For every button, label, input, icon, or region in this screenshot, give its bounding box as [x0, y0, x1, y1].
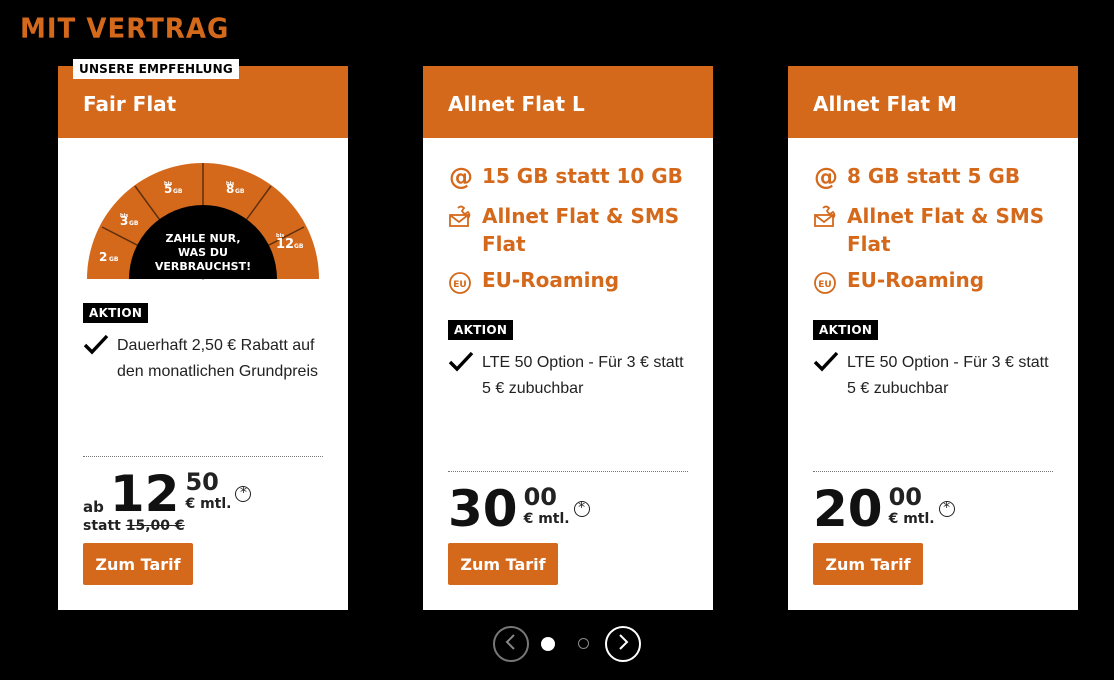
price-block: ab 12 50 € mtl. *: [83, 465, 252, 523]
price-footnote-mark: *: [235, 486, 252, 502]
tariff-title: Allnet Flat M: [788, 66, 1078, 138]
svg-text:GB: GB: [173, 188, 183, 195]
aktion-text: LTE 50 Option - Für 3 € statt 5 € zubuch…: [847, 354, 1049, 397]
recommendation-badge: UNSERE EMPFEHLUNG: [73, 59, 239, 79]
usage-meter: ZAHLE NUR, WAS DU VERBRAUCHST! 2 GB bis …: [87, 163, 319, 280]
carousel-next-button[interactable]: [605, 626, 641, 662]
carousel-prev-button[interactable]: [493, 626, 529, 662]
check-icon: [83, 333, 117, 385]
svg-text:GB: GB: [129, 220, 139, 227]
svg-text:EU: EU: [818, 280, 831, 290]
aktion-badge: AKTION: [813, 320, 879, 340]
feature-eu-roaming: EU EU-Roaming: [813, 266, 1053, 298]
tariff-card-fair-flat: UNSERE EMPFEHLUNG Fair Flat ZAHLE NUR, W…: [58, 59, 348, 610]
price-euros: 20: [813, 480, 883, 538]
price-unit: € mtl.: [888, 511, 935, 527]
svg-text:GB: GB: [109, 256, 119, 263]
zum-tarif-button[interactable]: Zum Tarif: [448, 543, 558, 585]
feature-allnet-sms: Allnet Flat & SMS Flat: [448, 202, 688, 258]
price-divider: [813, 471, 1053, 472]
aktion-text: LTE 50 Option - Für 3 € statt 5 € zubuch…: [482, 354, 684, 397]
eu-icon: EU: [813, 266, 847, 298]
svg-text:3: 3: [120, 214, 128, 228]
price-cents: 00: [888, 483, 922, 511]
price-unit: € mtl.: [185, 496, 232, 512]
feature-allnet-sms: Allnet Flat & SMS Flat: [813, 202, 1053, 258]
feature-data-volume: @ 15 GB statt 10 GB: [448, 162, 688, 194]
eu-icon: EU: [448, 266, 482, 298]
svg-text:@: @: [449, 164, 473, 190]
price-footnote-mark: *: [938, 501, 955, 517]
old-price: statt 15,00 €: [83, 518, 185, 534]
svg-text:2: 2: [99, 250, 107, 264]
phone-sms-icon: [813, 202, 847, 234]
tariff-card-allnet-flat-l: Allnet Flat L @ 15 GB statt 10 GB Allnet…: [423, 66, 713, 610]
phone-sms-icon: [448, 202, 482, 234]
check-icon: [813, 350, 847, 402]
price-euros: 30: [448, 480, 518, 538]
meter-center-line-2: WAS DU: [178, 246, 228, 259]
svg-text:12: 12: [276, 237, 294, 252]
tariff-title: Allnet Flat L: [423, 66, 713, 138]
chevron-right-icon: [616, 633, 630, 655]
price-divider: [448, 471, 688, 472]
carousel-dot-2[interactable]: [578, 638, 589, 649]
meter-center-line-3: VERBRAUCHST!: [155, 260, 251, 273]
carousel-dot-1[interactable]: [541, 637, 555, 651]
tariff-card-allnet-flat-m: Allnet Flat M @ 8 GB statt 5 GB Allnet F…: [788, 66, 1078, 610]
at-icon: @: [813, 162, 847, 194]
feature-eu-roaming: EU EU-Roaming: [448, 266, 688, 298]
check-icon: [448, 350, 482, 402]
price-prefix: ab: [83, 498, 104, 516]
chevron-left-icon: [504, 633, 518, 655]
meter-center-line-1: ZAHLE NUR,: [165, 232, 240, 245]
old-price-label: statt: [83, 518, 121, 534]
at-icon: @: [448, 162, 482, 194]
svg-text:GB: GB: [294, 243, 304, 250]
svg-text:EU: EU: [453, 280, 466, 290]
price-block: 20 00 € mtl. *: [813, 480, 955, 538]
price-euros: 12: [109, 465, 180, 523]
feature-data-volume: @ 8 GB statt 5 GB: [813, 162, 1053, 194]
aktion-badge: AKTION: [448, 320, 514, 340]
price-divider: [83, 456, 323, 457]
svg-text:GB: GB: [235, 188, 245, 195]
zum-tarif-button[interactable]: Zum Tarif: [813, 543, 923, 585]
price-cents: 50: [185, 468, 219, 496]
svg-text:5: 5: [164, 182, 172, 196]
price-unit: € mtl.: [523, 511, 570, 527]
carousel-pagination: [0, 626, 1114, 662]
svg-text:8: 8: [226, 182, 234, 196]
svg-text:@: @: [814, 164, 838, 190]
aktion-badge: AKTION: [83, 303, 149, 323]
zum-tarif-button[interactable]: Zum Tarif: [83, 543, 193, 585]
price-cents: 00: [523, 483, 557, 511]
price-footnote-mark: *: [573, 501, 590, 517]
old-price-value: 15,00 €: [125, 518, 185, 534]
brand-logo: MIT VERTRAG: [20, 13, 230, 45]
aktion-text: Dauerhaft 2,50 € Rabatt auf den monatlic…: [117, 337, 319, 380]
price-block: 30 00 € mtl. *: [448, 480, 590, 538]
